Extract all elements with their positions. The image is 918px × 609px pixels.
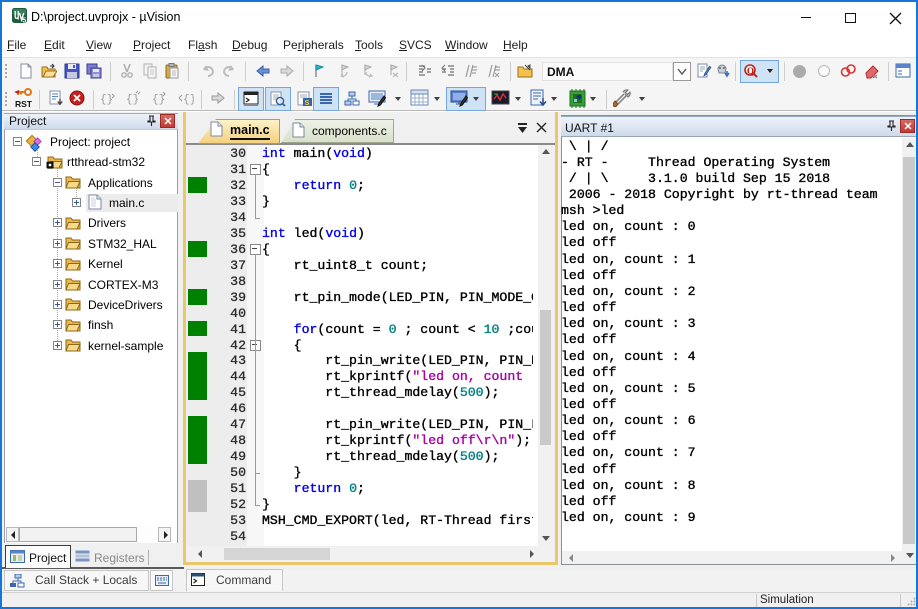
svg-text:{}: {} bbox=[183, 94, 194, 106]
svg-text:{}: {} bbox=[100, 94, 113, 106]
svg-text:S: S bbox=[305, 98, 310, 107]
svg-text:{}: {} bbox=[126, 94, 139, 106]
svg-text:Q: Q bbox=[747, 66, 754, 76]
svg-text:5: 5 bbox=[22, 18, 26, 25]
svg-text:RST: RST bbox=[15, 99, 33, 109]
